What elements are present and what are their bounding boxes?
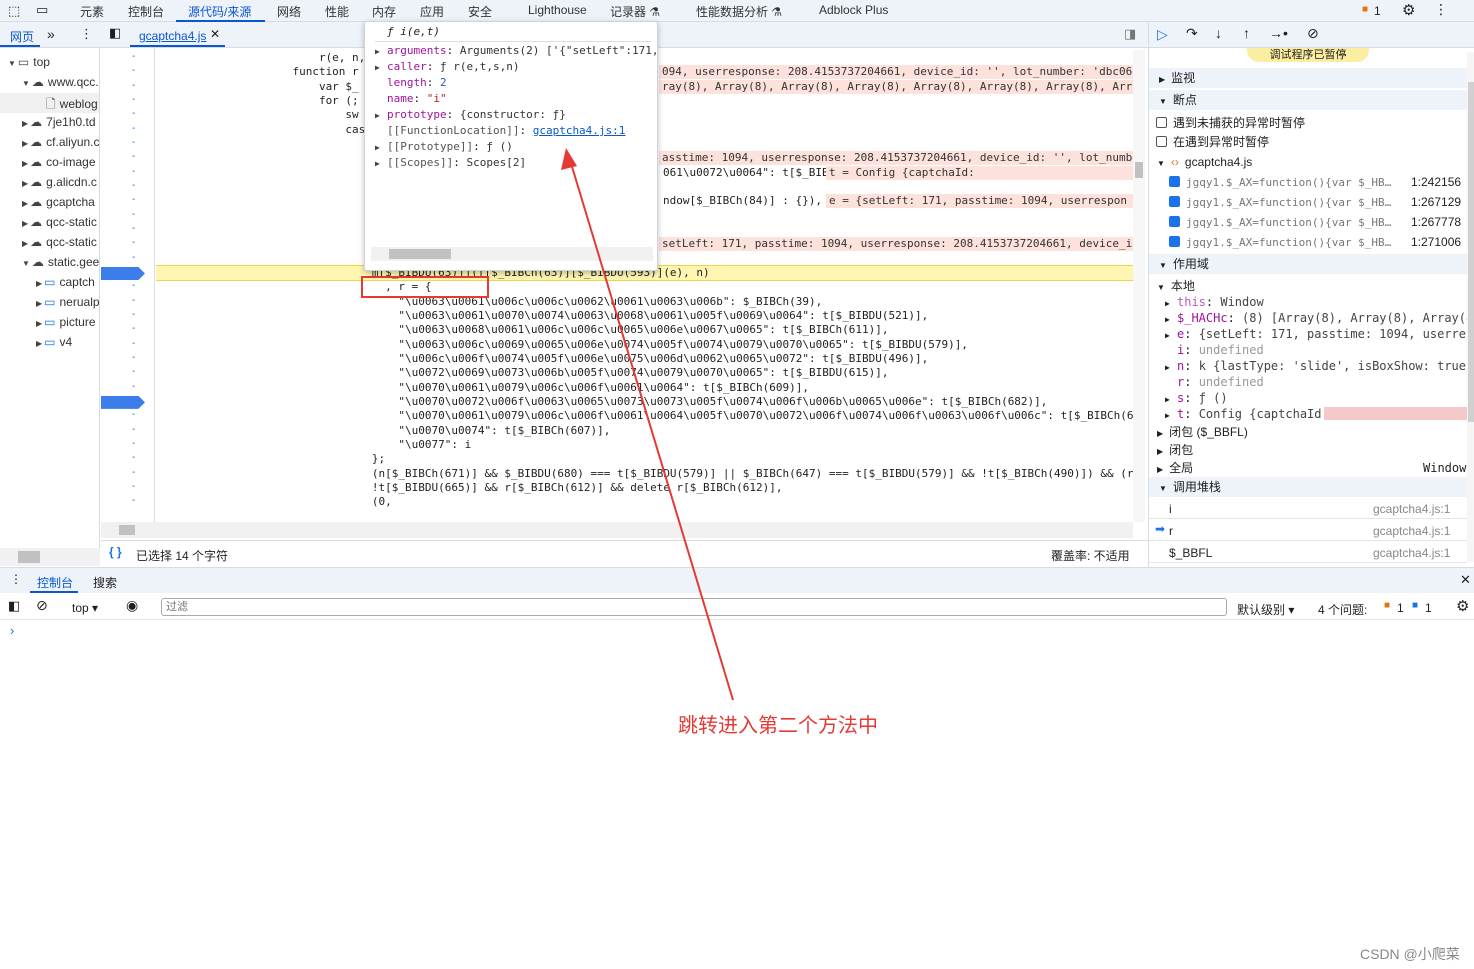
- watermark: CSDN @小爬菜: [1360, 946, 1460, 962]
- annotation-arrow: [561, 148, 734, 701]
- deactivate-breakpoints-icon[interactable]: ⊘: [1307, 25, 1319, 42]
- step-over-icon[interactable]: ↷: [1186, 25, 1198, 42]
- step-into-icon[interactable]: ↓: [1215, 25, 1222, 41]
- step-icon[interactable]: →•: [1269, 25, 1288, 41]
- debugger-toolbar: ▷ ↷ ↓ ↑ →• ⊘: [1148, 22, 1474, 48]
- arrow-line: [569, 159, 734, 701]
- annotation-text: 跳转进入第二个方法中: [678, 715, 878, 737]
- arrow-head: [561, 148, 577, 170]
- resume-icon[interactable]: ▷: [1157, 26, 1168, 43]
- step-out-icon[interactable]: ↑: [1243, 25, 1250, 41]
